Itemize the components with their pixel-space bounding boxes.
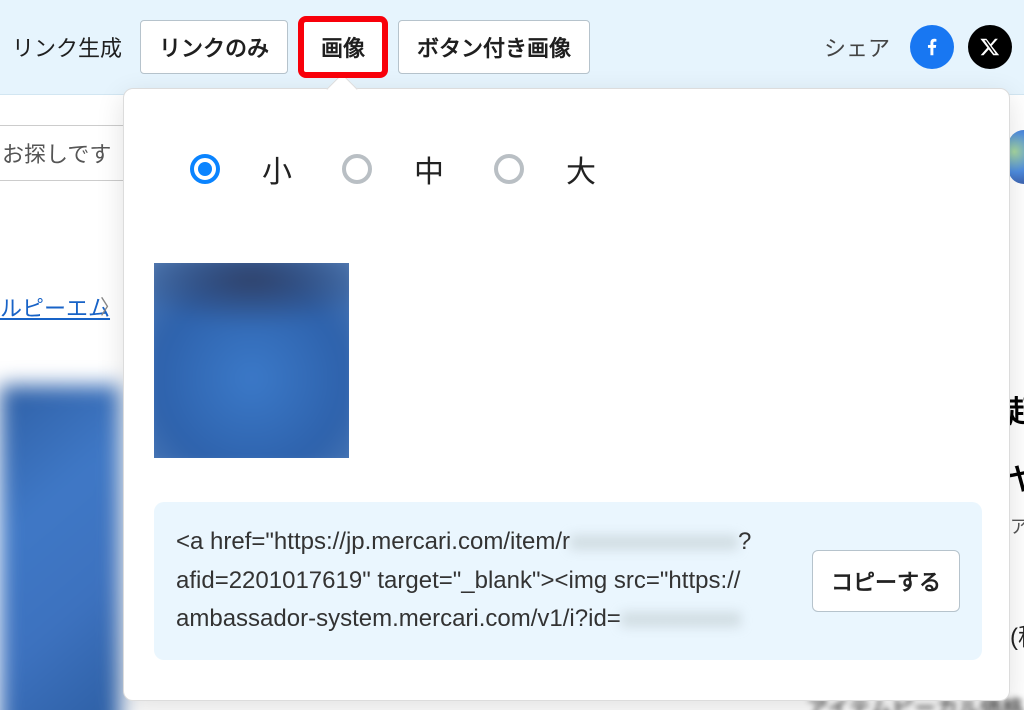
product-thumbnail-bg [0, 385, 120, 710]
share-label: シェア [824, 31, 890, 63]
truncated-text-4: (税 [1010, 617, 1024, 652]
radio-icon [494, 154, 524, 184]
avatar [1008, 130, 1024, 184]
radio-label-medium: 中 [414, 147, 444, 191]
copy-button[interactable]: コピーする [812, 550, 960, 612]
size-option-medium[interactable]: 中 [342, 147, 444, 191]
radio-label-large: 大 [566, 147, 596, 191]
truncated-title-2: ヤ [1008, 455, 1024, 499]
x-share-icon[interactable] [968, 25, 1012, 69]
tab-image-with-button[interactable]: ボタン付き画像 [398, 20, 590, 74]
size-radio-group: 小 中 大 [124, 89, 1009, 191]
truncated-title-1: 起 [1008, 387, 1024, 431]
preview-image [154, 263, 349, 458]
link-generation-toolbar: リンク生成 リンクのみ 画像 ボタン付き画像 シェア [0, 0, 1024, 95]
embed-code-text[interactable]: <a href="https://jp.mercari.com/item/rxx… [176, 523, 792, 638]
radio-icon [342, 154, 372, 184]
truncated-text-3: ア [1010, 513, 1024, 539]
size-option-small[interactable]: 小 [190, 147, 292, 191]
embed-code-box: <a href="https://jp.mercari.com/item/rxx… [154, 502, 982, 660]
breadcrumb-link[interactable]: ルピーエム [0, 291, 110, 323]
radio-icon [190, 154, 220, 184]
size-option-large[interactable]: 大 [494, 147, 596, 191]
toolbar-title: リンク生成 [12, 31, 122, 63]
search-input[interactable]: お探しです [0, 125, 128, 181]
chevron-right-icon: 〉 [100, 291, 120, 320]
radio-label-small: 小 [262, 147, 292, 191]
tab-image[interactable]: 画像 [302, 20, 384, 74]
facebook-share-icon[interactable] [910, 25, 954, 69]
image-link-popover: 小 中 大 <a href="https://jp.mercari.com/it… [123, 88, 1010, 701]
tab-link-only[interactable]: リンクのみ [140, 20, 288, 74]
